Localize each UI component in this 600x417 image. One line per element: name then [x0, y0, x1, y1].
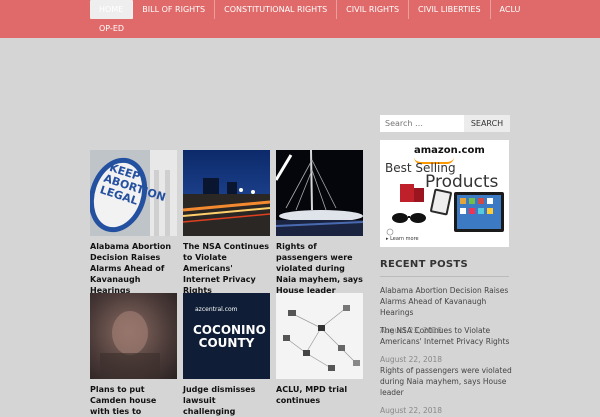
post-title[interactable]: The NSA Continues to Violate Americans' …: [183, 241, 270, 296]
search-form: SEARCH: [380, 115, 510, 132]
nav-aclu[interactable]: ACLU: [491, 0, 530, 19]
recent-post-link[interactable]: Rights of passengers were violated durin…: [380, 365, 512, 398]
post-thumbnail[interactable]: [276, 293, 363, 379]
nav-civil-rights[interactable]: CIVIL RIGHTS: [337, 0, 410, 19]
post-title[interactable]: Alabama Abortion Decision Raises Alarms …: [90, 241, 177, 296]
top-nav: HOME BILL OF RIGHTS CONSTITUTIONAL RIGHT…: [0, 0, 600, 38]
post-thumbnail[interactable]: [90, 293, 177, 379]
recent-post-date: August 22, 2018: [380, 406, 443, 415]
post-thumbnail[interactable]: [183, 150, 270, 236]
nav-home[interactable]: HOME: [90, 0, 134, 19]
recent-posts-heading: RECENT POSTS: [380, 259, 469, 270]
post-title[interactable]: Judge dismisses lawsuit challenging: [183, 384, 270, 417]
post-title[interactable]: Rights of passengers were violated durin…: [276, 241, 363, 296]
post-card: Rights of passengers were violated durin…: [276, 150, 363, 296]
nav-row-2: OP-ED: [90, 19, 133, 38]
post-card: KEEP ABORTION LEGAL Alabama Abortion Dec…: [90, 150, 177, 296]
ad-learn-more[interactable]: ▸ Learn more: [386, 236, 419, 242]
recent-post-link[interactable]: The NSA Continues to Violate Americans' …: [380, 325, 512, 347]
nav-bill-of-rights[interactable]: BILL OF RIGHTS: [133, 0, 216, 19]
thumb-county-text: COCONINO COUNTY: [193, 323, 266, 350]
post-card: Plans to put Camden house with ties to: [90, 293, 177, 417]
search-button[interactable]: SEARCH: [464, 115, 510, 132]
post-thumbnail[interactable]: KEEP ABORTION LEGAL: [90, 150, 177, 236]
recent-post-item: The NSA Continues to Violate Americans' …: [380, 325, 512, 366]
nav-constitutional-rights[interactable]: CONSTITUTIONAL RIGHTS: [215, 0, 338, 19]
azcentral-brand: azcentral.com: [195, 306, 238, 313]
recent-divider: [380, 276, 509, 277]
night-city-image: [183, 178, 270, 236]
post-thumbnail[interactable]: [276, 150, 363, 236]
post-title[interactable]: ACLU, MPD trial continues: [276, 384, 363, 406]
recent-post-item: Rights of passengers were violated durin…: [380, 365, 512, 417]
ad-products-image: [386, 184, 504, 236]
nav-op-ed[interactable]: OP-ED: [90, 19, 133, 38]
nav-civil-liberties[interactable]: CIVIL LIBERTIES: [409, 0, 491, 19]
airport-night-image: [276, 150, 363, 236]
nav-row: HOME BILL OF RIGHTS CONSTITUTIONAL RIGHT…: [90, 0, 529, 19]
recent-post-date: August 22, 2018: [380, 355, 443, 364]
search-input[interactable]: [380, 115, 464, 132]
post-thumbnail[interactable]: azcentral.com COCONINO COUNTY: [183, 293, 270, 379]
post-card: The NSA Continues to Violate Americans' …: [183, 150, 270, 296]
recent-post-link[interactable]: Alabama Abortion Decision Raises Alarms …: [380, 285, 512, 318]
blurred-photo-image: [100, 311, 160, 379]
network-diagram-image: [283, 305, 360, 371]
post-title[interactable]: Plans to put Camden house with ties to: [90, 384, 177, 417]
amazon-ad-banner[interactable]: amazon.com Best Selling Products ▸ Learn…: [380, 140, 509, 247]
post-card: azcentral.com COCONINO COUNTY Judge dism…: [183, 293, 270, 417]
post-card: ACLU, MPD trial continues: [276, 293, 363, 406]
